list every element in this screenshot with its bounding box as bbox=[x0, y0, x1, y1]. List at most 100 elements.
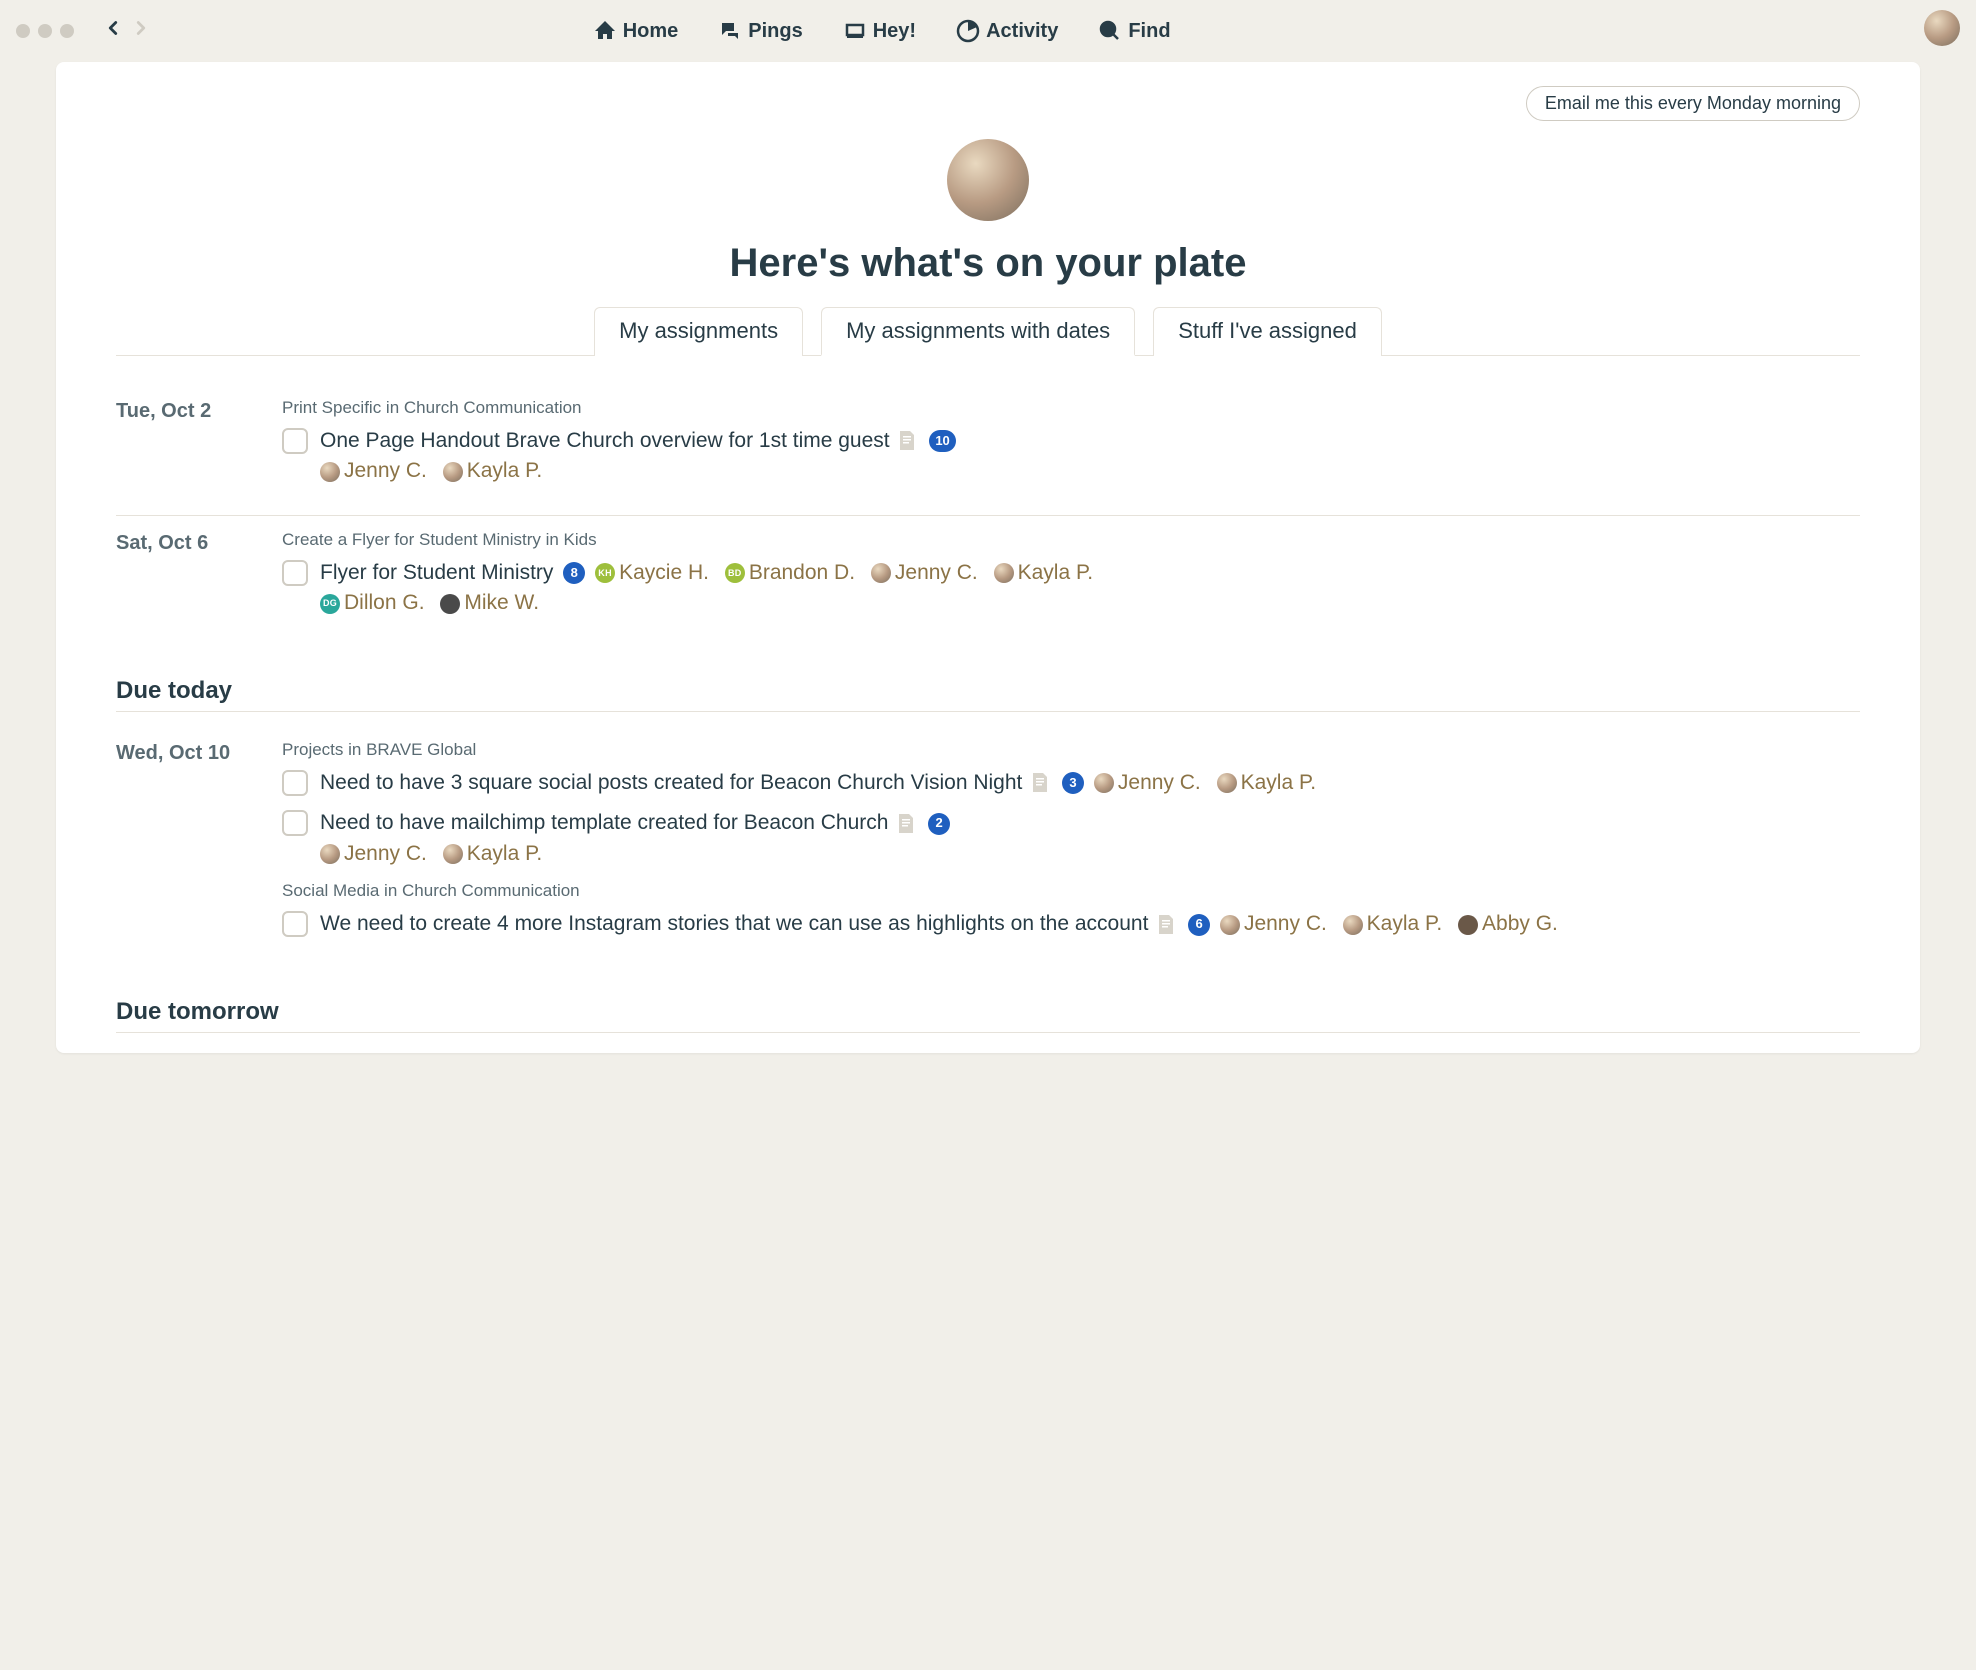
task-title[interactable]: Flyer for Student Ministry bbox=[320, 561, 553, 584]
task-checkbox[interactable] bbox=[282, 810, 308, 836]
assignee[interactable]: Kayla P. bbox=[443, 459, 543, 482]
avatar-icon bbox=[1217, 773, 1237, 793]
document-icon bbox=[897, 430, 917, 452]
day-label: Tue, Oct 2 bbox=[116, 396, 256, 497]
nav-find-label: Find bbox=[1128, 20, 1170, 43]
assignee[interactable]: Jenny C. bbox=[320, 842, 427, 865]
email-reminder-button[interactable]: Email me this every Monday morning bbox=[1526, 86, 1860, 121]
task-title[interactable]: One Page Handout Brave Church overview f… bbox=[320, 429, 890, 452]
task-title[interactable]: Need to have mailchimp template created … bbox=[320, 811, 888, 834]
tab-my-assignments[interactable]: My assignments bbox=[594, 307, 803, 356]
document-icon bbox=[1030, 772, 1050, 794]
task-title[interactable]: We need to create 4 more Instagram stori… bbox=[320, 912, 1148, 935]
nav-activity[interactable]: Activity bbox=[956, 19, 1058, 43]
task-row: We need to create 4 more Instagram stori… bbox=[282, 909, 1860, 939]
view-tabs: My assignments My assignments with dates… bbox=[116, 306, 1860, 356]
home-icon bbox=[593, 19, 617, 43]
comment-count-badge[interactable]: 10 bbox=[929, 430, 955, 452]
profile-menu[interactable] bbox=[1924, 10, 1960, 52]
avatar-icon bbox=[443, 462, 463, 482]
assignee-name: Kayla P. bbox=[1367, 912, 1443, 935]
avatar-icon bbox=[443, 844, 463, 864]
forward-button bbox=[130, 17, 152, 45]
assignee-name: Jenny C. bbox=[344, 459, 427, 482]
assignee-name: Jenny C. bbox=[1118, 771, 1201, 794]
avatar-initials-icon: KH bbox=[595, 563, 615, 583]
assignee[interactable]: Kayla P. bbox=[1217, 771, 1317, 794]
comment-count-badge[interactable]: 6 bbox=[1188, 914, 1210, 936]
assignee-name: Dillon G. bbox=[344, 591, 425, 614]
task-title[interactable]: Need to have 3 square social posts creat… bbox=[320, 771, 1022, 794]
assignee[interactable]: Jenny C. bbox=[1094, 771, 1201, 794]
assignee[interactable]: Kayla P. bbox=[1343, 912, 1443, 935]
assignee-name: Brandon D. bbox=[749, 561, 855, 584]
task-row: Need to have 3 square social posts creat… bbox=[282, 768, 1860, 798]
avatar-initials-icon: DG bbox=[320, 594, 340, 614]
comment-count-badge[interactable]: 8 bbox=[563, 562, 585, 584]
day-group: Wed, Oct 10 Projects in BRAVE Global Nee… bbox=[116, 726, 1860, 968]
nav-pings-label: Pings bbox=[748, 20, 802, 43]
assignee-name: Kayla P. bbox=[1018, 561, 1094, 584]
close-window-dot[interactable] bbox=[16, 24, 30, 38]
minimize-window-dot[interactable] bbox=[38, 24, 52, 38]
nav-find[interactable]: Find bbox=[1098, 19, 1170, 43]
activity-icon bbox=[956, 19, 980, 43]
assignee[interactable]: Mike W. bbox=[440, 591, 539, 614]
comment-count-badge[interactable]: 2 bbox=[928, 813, 950, 835]
section-heading-due-tomorrow: Due tomorrow bbox=[116, 998, 1860, 1033]
task-checkbox[interactable] bbox=[282, 911, 308, 937]
avatar-initials-icon: BD bbox=[725, 563, 745, 583]
assignee[interactable]: Jenny C. bbox=[871, 561, 978, 584]
avatar-icon bbox=[1343, 915, 1363, 935]
avatar-icon bbox=[1220, 915, 1240, 935]
avatar-icon bbox=[320, 844, 340, 864]
nav-hey-label: Hey! bbox=[873, 20, 916, 43]
avatar-icon bbox=[994, 563, 1014, 583]
nav-activity-label: Activity bbox=[986, 20, 1058, 43]
project-breadcrumb[interactable]: Print Specific in Church Communication bbox=[282, 398, 1860, 418]
search-icon bbox=[1098, 19, 1122, 43]
assignee-name: Kayla P. bbox=[467, 459, 543, 482]
task-checkbox[interactable] bbox=[282, 560, 308, 586]
assignee[interactable]: Abby G. bbox=[1458, 912, 1558, 935]
nav-home[interactable]: Home bbox=[593, 19, 679, 43]
assignee-name: Kayla P. bbox=[1241, 771, 1317, 794]
assignee[interactable]: Jenny C. bbox=[320, 459, 427, 482]
main-nav: Home Pings Hey! Activity Find bbox=[593, 19, 1171, 43]
assignee[interactable]: Jenny C. bbox=[1220, 912, 1327, 935]
task-checkbox[interactable] bbox=[282, 770, 308, 796]
nav-hey[interactable]: Hey! bbox=[843, 19, 916, 43]
window-toolbar: Home Pings Hey! Activity Find bbox=[0, 0, 1976, 62]
user-avatar bbox=[1924, 10, 1960, 46]
assignee-name: Jenny C. bbox=[1244, 912, 1327, 935]
assignee[interactable]: KHKaycie H. bbox=[595, 561, 709, 584]
avatar-icon bbox=[320, 462, 340, 482]
avatar-icon bbox=[1094, 773, 1114, 793]
day-group: Sat, Oct 6 Create a Flyer for Student Mi… bbox=[116, 516, 1860, 647]
assignee[interactable]: DGDillon G. bbox=[320, 591, 425, 614]
nav-home-label: Home bbox=[623, 20, 679, 43]
hey-icon bbox=[843, 19, 867, 43]
page-header: Here's what's on your plate bbox=[116, 139, 1860, 286]
project-breadcrumb[interactable]: Social Media in Church Communication bbox=[282, 881, 1860, 901]
day-label: Sat, Oct 6 bbox=[116, 528, 256, 629]
nav-pings[interactable]: Pings bbox=[718, 19, 802, 43]
project-breadcrumb[interactable]: Projects in BRAVE Global bbox=[282, 740, 1860, 760]
main-content: Email me this every Monday morning Here'… bbox=[56, 62, 1920, 1053]
pings-icon bbox=[718, 19, 742, 43]
comment-count-badge[interactable]: 3 bbox=[1062, 772, 1084, 794]
avatar-icon bbox=[1458, 915, 1478, 935]
assignee[interactable]: BDBrandon D. bbox=[725, 561, 855, 584]
history-nav bbox=[102, 17, 152, 45]
day-group: Tue, Oct 2 Print Specific in Church Comm… bbox=[116, 384, 1860, 516]
assignee[interactable]: Kayla P. bbox=[994, 561, 1094, 584]
day-label: Wed, Oct 10 bbox=[116, 738, 256, 950]
zoom-window-dot[interactable] bbox=[60, 24, 74, 38]
assignee-name: Jenny C. bbox=[344, 842, 427, 865]
tab-stuff-ive-assigned[interactable]: Stuff I've assigned bbox=[1153, 307, 1382, 356]
project-breadcrumb[interactable]: Create a Flyer for Student Ministry in K… bbox=[282, 530, 1860, 550]
back-button[interactable] bbox=[102, 17, 124, 45]
task-checkbox[interactable] bbox=[282, 428, 308, 454]
assignee[interactable]: Kayla P. bbox=[443, 842, 543, 865]
tab-my-assignments-with-dates[interactable]: My assignments with dates bbox=[821, 307, 1135, 356]
